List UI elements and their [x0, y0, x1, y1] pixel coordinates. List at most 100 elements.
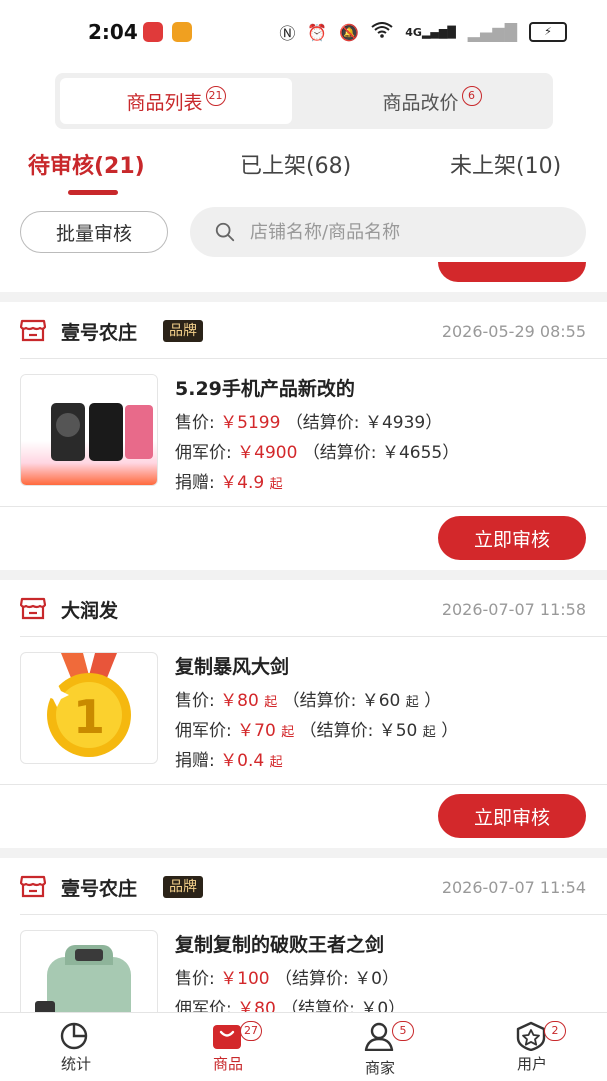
review-now-button[interactable]: 立即审核 [438, 516, 586, 560]
from-suffix: 起 [269, 755, 283, 770]
store-name: 大润发 [61, 600, 119, 622]
army-price-label: 佣军价: [175, 999, 232, 1012]
status-time: 2:04 [88, 20, 138, 44]
brand-badge: 品牌 [163, 320, 203, 342]
price-row: 售价: ￥100 （结算价: ￥0） [175, 964, 399, 989]
settle-price: （结算价: ￥0） [281, 999, 406, 1012]
from-suffix: 起 [269, 477, 283, 492]
army-price-label: 佣军价: [175, 443, 232, 463]
product-image[interactable] [20, 374, 158, 486]
price-label: 售价: [175, 413, 215, 433]
mute-icon: 🔕 [339, 22, 360, 42]
card-header: 壹号农庄 品牌 2026-07-07 11:54 [0, 858, 607, 914]
divider [20, 358, 607, 359]
product-title: 复制暴风大剑 [175, 656, 290, 678]
tab-listed[interactable]: 已上架(68) [240, 148, 351, 180]
signal-icon: ▂▄▆█ [467, 22, 517, 42]
tab-users[interactable]: 2 用户 [456, 1013, 607, 1081]
status-icons: Ⓝ ⏰ 🔕 4G▂▄▆█ ▂▄▆█ ⚡ [279, 20, 567, 44]
card-time: 2026-07-07 11:58 [441, 600, 586, 619]
wifi-icon [371, 22, 393, 42]
price-label: 售价: [175, 691, 215, 711]
network-type: 4G [405, 25, 422, 39]
brand-badge: 品牌 [163, 876, 203, 898]
price-value: ￥100 [220, 969, 270, 989]
settle-price: （结算价: ￥0） [275, 969, 399, 989]
divider [20, 914, 607, 915]
price-label: 售价: [175, 969, 215, 989]
store-icon [20, 875, 46, 898]
signal-icon: 4G▂▄▆█ [405, 25, 456, 39]
batch-review-button[interactable]: 批量审核 [20, 211, 168, 253]
tab-label: 统计 [60, 1055, 91, 1073]
product-title: 5.29手机产品新改的 [175, 378, 355, 400]
count-badge: 2 [544, 1021, 566, 1041]
divider [0, 506, 607, 507]
settle-price: （结算价: ￥4655） [302, 443, 460, 463]
divider [0, 784, 607, 785]
user-star-icon [516, 1021, 546, 1051]
product-card: 壹号农庄 品牌 2026-07-07 11:54 复制复制的破败王者之剑 售价:… [0, 858, 607, 1012]
army-price-label: 佣军价: [175, 721, 232, 741]
store-name: 壹号农庄 [61, 322, 138, 344]
donation-row: 捐赠: ￥0.4 起 [175, 746, 283, 771]
army-price-value: ￥70 [237, 721, 276, 741]
review-now-button[interactable]: 立即审核 [438, 794, 586, 838]
product-image[interactable] [20, 930, 158, 1012]
army-price-row: 佣军价: ￥70 起 （结算价: ￥50 起 ） [175, 716, 458, 741]
tab-merchants[interactable]: 5 商家 [304, 1013, 456, 1081]
army-price-row: 佣军价: ￥4900 （结算价: ￥4655） [175, 438, 459, 463]
product-title: 复制复制的破败王者之剑 [175, 934, 385, 956]
segment-control: 商品列表 21 商品改价 6 [55, 73, 553, 129]
price-value: ￥80 [220, 691, 259, 711]
donation-label: 捐赠: [175, 473, 215, 493]
shopping-bag-icon [213, 1025, 241, 1049]
app-notification-icon [143, 22, 163, 42]
search-icon [215, 222, 235, 242]
pie-chart-icon [60, 1022, 88, 1050]
settle-close: ） [441, 721, 459, 741]
store-name: 壹号农庄 [61, 878, 138, 900]
donation-value: ￥4.9 [220, 473, 265, 493]
from-suffix: 起 [264, 695, 278, 710]
tab-statistics[interactable]: 统计 [0, 1013, 152, 1081]
settle-price: （结算价: ￥50 [299, 721, 418, 741]
store-icon [20, 597, 46, 620]
price-row: 售价: ￥5199 （结算价: ￥4939） [175, 408, 442, 433]
medal-icon: 1 [45, 653, 131, 757]
army-price-value: ￥4900 [237, 443, 298, 463]
from-suffix: 起 [405, 695, 419, 710]
price-row: 售价: ￥80 起 （结算价: ￥60 起 ） [175, 686, 441, 711]
divider [20, 636, 607, 637]
segment-product-list[interactable]: 商品列表 21 [60, 78, 292, 124]
count-badge: 21 [205, 86, 226, 106]
tab-pending[interactable]: 待审核(21) [28, 148, 145, 180]
search-input[interactable] [248, 220, 572, 244]
tab-unlisted[interactable]: 未上架(10) [450, 148, 561, 180]
header: 商品列表 21 商品改价 6 待审核(21) 已上架(68) 未上架(10) 批… [0, 66, 607, 288]
card-time: 2026-07-07 11:54 [441, 878, 586, 897]
merchant-icon [364, 1022, 394, 1051]
previous-review-button[interactable] [438, 262, 586, 282]
product-image[interactable]: 1 [20, 652, 158, 764]
store-icon [20, 319, 46, 342]
settle-close: ） [424, 691, 442, 711]
status-bar: 2:04 Ⓝ ⏰ 🔕 4G▂▄▆█ ▂▄▆█ ⚡ [0, 0, 607, 66]
tab-products[interactable]: 27 商品 [152, 1013, 304, 1081]
price-value: ￥5199 [220, 413, 281, 433]
count-badge: 27 [240, 1021, 262, 1041]
alarm-icon: ⏰ [307, 22, 328, 42]
segment-price-change[interactable]: 商品改价 6 [316, 78, 548, 124]
card-header: 大润发 2026-07-07 11:58 [0, 580, 607, 636]
bottom-tab-bar: 统计 27 商品 5 商家 2 用户 [0, 1012, 607, 1081]
product-card: 壹号农庄 品牌 2026-05-29 08:55 5.29手机产品新改的 售价:… [0, 302, 607, 570]
donation-row: 捐赠: ￥4.9 起 [175, 468, 283, 493]
card-time: 2026-05-29 08:55 [441, 322, 586, 341]
donation-label: 捐赠: [175, 751, 215, 771]
battery-icon: ⚡ [529, 22, 567, 42]
tab-label: 用户 [516, 1055, 547, 1073]
product-card: 大润发 2026-07-07 11:58 1 复制暴风大剑 售价: ￥80 起 … [0, 580, 607, 848]
product-list: 壹号农庄 品牌 2026-05-29 08:55 5.29手机产品新改的 售价:… [0, 262, 607, 1012]
segment-label: 商品改价 [382, 91, 459, 114]
active-tab-indicator [68, 190, 118, 195]
